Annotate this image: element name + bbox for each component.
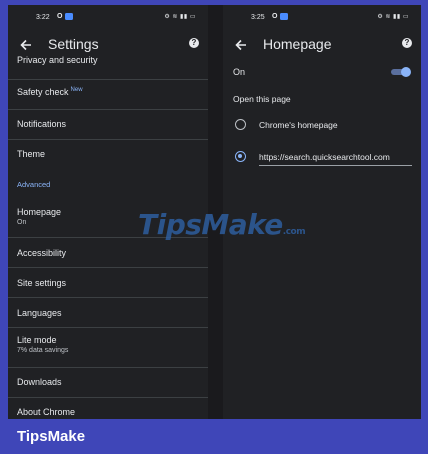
- carrier-icon: O: [57, 13, 63, 20]
- toggle-thumb: [401, 67, 411, 77]
- section-header-advanced: Advanced: [17, 180, 51, 189]
- brand-name: TipsMake: [17, 428, 86, 445]
- row-title: Theme: [17, 149, 46, 159]
- carrier-icon: O: [272, 13, 278, 20]
- option-chrome-homepage-label[interactable]: Chrome's homepage: [259, 120, 338, 130]
- list-item-site-settings[interactable]: Site settings: [8, 268, 208, 298]
- toolbar: Homepage ?: [223, 31, 421, 61]
- radio-chrome-homepage[interactable]: [235, 119, 246, 130]
- status-bar: 3:25 O ⚙ ≋ ▮▮ ▭: [223, 5, 421, 31]
- brand-bar: TipsMake: [0, 419, 428, 454]
- row-title: Safety check: [17, 87, 69, 97]
- back-arrow-icon[interactable]: [18, 37, 34, 53]
- message-icon: [65, 13, 74, 20]
- status-time: 3:22: [36, 14, 50, 21]
- list-item-downloads[interactable]: Downloads: [8, 368, 208, 398]
- list-item-lite-mode[interactable]: Lite mode 7% data savings: [8, 328, 208, 368]
- message-icon: [280, 13, 289, 20]
- help-icon[interactable]: ?: [402, 38, 412, 48]
- list-item-languages[interactable]: Languages: [8, 298, 208, 328]
- list-item-accessibility[interactable]: Accessibility: [8, 238, 208, 268]
- row-subtitle: 7% data savings: [17, 347, 69, 354]
- list-item-safety-check[interactable]: Safety check New: [8, 80, 208, 110]
- radio-custom-url[interactable]: [235, 151, 246, 162]
- status-bar: 3:22 O ⚙ ≋ ▮▮ ▭: [8, 5, 208, 31]
- list-item-about-chrome[interactable]: About Chrome: [8, 398, 208, 419]
- list-item-theme[interactable]: Theme: [8, 140, 208, 170]
- row-title: Notifications: [17, 119, 67, 129]
- row-title: Languages: [17, 308, 62, 318]
- status-time: 3:25: [251, 14, 265, 21]
- row-title: Accessibility: [17, 248, 67, 258]
- open-this-page-label: Open this page: [233, 94, 291, 104]
- homepage-toggle[interactable]: [389, 67, 411, 77]
- watermark-logo: TipsMake.com: [138, 208, 306, 241]
- list-item-notifications[interactable]: Notifications: [8, 110, 208, 140]
- row-title: Lite mode: [17, 335, 57, 345]
- help-icon[interactable]: ?: [189, 38, 199, 48]
- status-icons: ⚙ ≋ ▮▮ ▭: [164, 14, 196, 20]
- row-title: Downloads: [17, 377, 62, 387]
- page-title: Settings: [48, 36, 99, 52]
- row-title: Site settings: [17, 278, 67, 288]
- row-title: About Chrome: [17, 407, 76, 417]
- status-icons: ⚙ ≋ ▮▮ ▭: [377, 14, 409, 20]
- custom-url-field[interactable]: https://search.quicksearchtool.com: [259, 152, 412, 166]
- page-title: Homepage: [263, 36, 332, 52]
- homepage-on-label: On: [233, 67, 246, 77]
- back-arrow-icon[interactable]: [233, 37, 249, 53]
- new-badge: New: [70, 87, 83, 93]
- row-title: Privacy and security: [17, 55, 98, 65]
- list-item-privacy[interactable]: Privacy and security: [8, 53, 208, 80]
